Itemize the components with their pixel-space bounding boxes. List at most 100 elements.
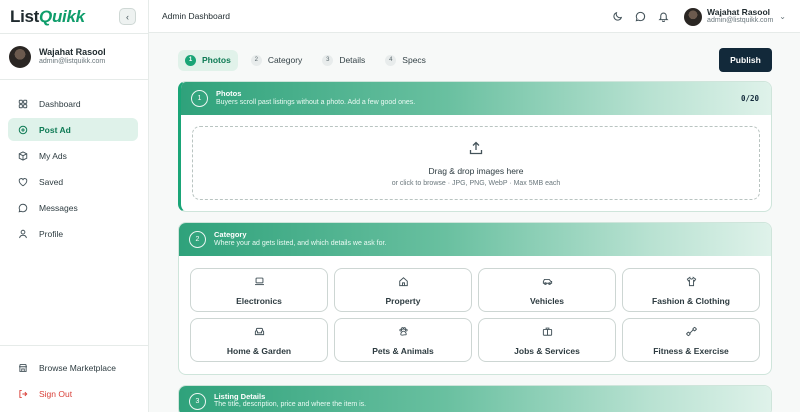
user-email: admin@listquikk.com: [39, 57, 106, 65]
section-subtitle: The title, description, price and where …: [214, 401, 367, 409]
category-pets-animals[interactable]: Pets & Animals: [334, 318, 472, 362]
grid-icon: [16, 97, 29, 110]
tab-details[interactable]: 3 Details: [315, 50, 372, 71]
section-number: 2: [189, 231, 206, 248]
sidebar-item-post-ad[interactable]: Post Ad: [8, 118, 138, 141]
sidebar-item-label: Dashboard: [39, 98, 81, 109]
post-ad-content: 1 Photos 2 Category 3 Details 4 Specs Pu…: [149, 33, 800, 412]
logo-main: List: [10, 6, 40, 26]
sidebar-item-browse-marketplace[interactable]: Browse Marketplace: [8, 356, 138, 379]
category-vehicles[interactable]: Vehicles: [478, 268, 616, 312]
step-number: 2: [250, 54, 262, 66]
listing-details-section: 3 Listing Details The title, description…: [178, 385, 772, 412]
sidebar-item-label: Post Ad: [39, 124, 71, 135]
sidebar-item-profile[interactable]: Profile: [8, 222, 138, 245]
step-number: 1: [185, 54, 196, 66]
step-tabs: 1 Photos 2 Category 3 Details 4 Specs Pu…: [178, 48, 772, 72]
category-label: Pets & Animals: [372, 346, 434, 356]
sidebar-bottom: Browse Marketplace Sign Out: [0, 345, 148, 412]
moon-icon[interactable]: [610, 10, 624, 24]
category-label: Vehicles: [529, 296, 565, 306]
category-label: Electronics: [236, 296, 282, 306]
user-email: admin@listquikk.com: [707, 17, 774, 25]
sidebar-item-label: Sign Out: [39, 388, 73, 399]
store-icon: [16, 361, 29, 374]
image-dropzone[interactable]: Drag & drop images here or click to brow…: [192, 126, 760, 200]
laptop-icon: [254, 274, 265, 292]
category-electronics[interactable]: Electronics: [190, 268, 328, 312]
topbar-user-menu[interactable]: Wajahat Rasool admin@listquikk.com ⌄: [684, 6, 786, 26]
category-jobs-services[interactable]: Jobs & Services: [478, 318, 616, 362]
sidebar-item-saved[interactable]: Saved: [8, 170, 138, 193]
category-property[interactable]: Property: [334, 268, 472, 312]
sidebar-item-label: Messages: [39, 202, 78, 213]
sign-out-button[interactable]: Sign Out: [8, 382, 138, 405]
bell-icon[interactable]: [656, 10, 670, 24]
step-label: Details: [339, 55, 366, 65]
briefcase-icon: [542, 324, 553, 342]
box-icon: [16, 149, 29, 162]
photo-counter: 0/20: [740, 94, 759, 103]
step-label: Specs: [402, 55, 426, 65]
logout-icon: [16, 387, 29, 400]
paw-icon: [398, 324, 409, 342]
user-name: Wajahat Rasool: [39, 47, 106, 58]
user-name: Wajahat Rasool: [707, 6, 771, 17]
tab-category[interactable]: 2 Category: [244, 50, 310, 71]
category-label: Fashion & Clothing: [652, 296, 730, 306]
chat-icon: [16, 201, 29, 214]
section-subtitle: Where your ad gets listed, and which det…: [214, 239, 387, 247]
category-label: Jobs & Services: [514, 346, 580, 356]
section-header: 3 Listing Details The title, description…: [179, 386, 771, 412]
shirt-icon: [686, 274, 697, 292]
dumbbell-icon: [685, 324, 697, 342]
heart-icon: [16, 175, 29, 188]
chevron-left-icon: ‹: [126, 11, 129, 22]
section-header: 2 Category Where your ad gets listed, an…: [179, 223, 771, 256]
chevron-down-icon: ⌄: [779, 12, 786, 21]
car-icon: [542, 274, 553, 292]
avatar: [684, 7, 703, 26]
topbar-actions: Wajahat Rasool admin@listquikk.com ⌄: [601, 0, 786, 33]
sidebar: ListQuikk ‹ Wajahat Rasool admin@listqui…: [0, 0, 149, 412]
publish-button[interactable]: Publish: [719, 48, 772, 72]
logo[interactable]: ListQuikk: [10, 7, 85, 27]
photos-section: 1 Photos Buyers scroll past listings wit…: [178, 81, 772, 212]
category-fitness-exercise[interactable]: Fitness & Exercise: [622, 318, 760, 362]
page-title: Admin Dashboard: [162, 11, 231, 21]
category-label: Home & Garden: [226, 346, 292, 356]
logo-accent: Quikk: [39, 6, 85, 26]
category-label: Property: [385, 296, 421, 306]
category-home-garden[interactable]: Home & Garden: [190, 318, 328, 362]
section-title: Category: [214, 230, 247, 240]
sidebar-item-messages[interactable]: Messages: [8, 196, 138, 219]
house-icon: [398, 274, 409, 292]
dropzone-hint: or click to browse · JPG, PNG, WebP · Ma…: [391, 179, 561, 187]
category-grid: Electronics Property Vehicles Fashion & …: [179, 256, 771, 374]
plus-circle-icon: [16, 123, 29, 136]
sidebar-item-dashboard[interactable]: Dashboard: [8, 92, 138, 115]
sidebar-item-my-ads[interactable]: My Ads: [8, 144, 138, 167]
section-title: Listing Details: [214, 391, 266, 401]
category-fashion-clothing[interactable]: Fashion & Clothing: [622, 268, 760, 312]
tab-specs[interactable]: 4 Specs: [378, 50, 433, 71]
sidebar-nav: Dashboard Post Ad My Ads Saved Messages …: [0, 80, 148, 245]
section-number: 1: [191, 90, 208, 107]
section-subtitle: Buyers scroll past listings without a ph…: [216, 98, 416, 106]
step-label: Category: [267, 55, 303, 65]
user-icon: [16, 227, 29, 240]
step-number: 3: [322, 54, 334, 66]
upload-icon: [468, 140, 484, 161]
sidebar-user-card: Wajahat Rasool admin@listquikk.com: [0, 33, 148, 80]
chat-icon[interactable]: [633, 10, 647, 24]
sofa-icon: [254, 324, 265, 342]
main: Admin Dashboard Wajahat Rasool admin@lis…: [149, 0, 800, 412]
sidebar-item-label: Profile: [39, 228, 64, 239]
step-number: 4: [385, 54, 397, 66]
category-section: 2 Category Where your ad gets listed, an…: [178, 222, 772, 375]
category-label: Fitness & Exercise: [653, 346, 729, 356]
section-number: 3: [189, 392, 206, 410]
collapse-sidebar-button[interactable]: ‹: [119, 8, 136, 25]
tab-photos[interactable]: 1 Photos: [178, 49, 238, 71]
brand-row: ListQuikk ‹: [0, 0, 148, 33]
